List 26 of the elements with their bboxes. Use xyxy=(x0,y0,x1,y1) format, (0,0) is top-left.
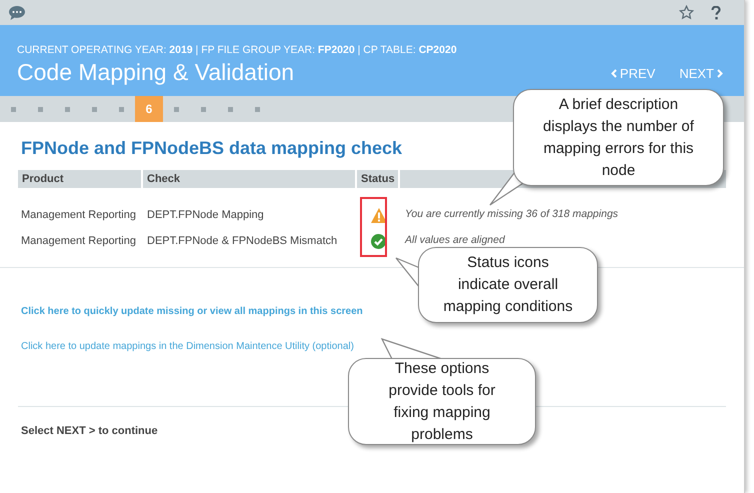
table-cell-text: Management Reporting xyxy=(20,234,137,249)
callout: Status icons indicate overall mapping conditions xyxy=(418,247,598,323)
chat-icon[interactable] xyxy=(9,6,25,20)
page-title: Code Mapping & Validation xyxy=(17,58,294,87)
column-header: Product xyxy=(18,170,143,188)
help-icon[interactable] xyxy=(711,6,721,20)
step-indicator[interactable]: 6 xyxy=(135,96,163,122)
section-heading: FPNode and FPNodeBS data mapping check xyxy=(20,137,402,160)
prev-button[interactable]: PREV xyxy=(610,64,656,83)
table-cell-text: DEPT.FPNode Mapping xyxy=(146,208,265,223)
status-message: All values are aligned xyxy=(404,233,506,248)
link[interactable]: Click here to quickly update missing or view all mappings in this screen xyxy=(21,304,363,319)
column-header: Check xyxy=(143,170,357,188)
link[interactable]: Click here to update mappings in the Dimension Maintence Utility (optional) xyxy=(21,339,354,354)
column-header: Status xyxy=(357,170,400,188)
table-cell-text: DEPT.FPNode & FPNodeBS Mismatch xyxy=(146,234,338,249)
instruction-text: Select NEXT > to continue xyxy=(21,425,158,437)
table-cell-text: Management Reporting xyxy=(20,208,137,223)
status-message: You are currently missing 36 of 318 mappings xyxy=(404,207,620,222)
next-button[interactable]: NEXT xyxy=(679,64,723,83)
context-info: CURRENT OPERATING YEAR: 2019 | FP FILE GROUP YEAR: FP2020 | CP TABLE: CP2020 xyxy=(17,43,457,57)
callout: A brief description displays the number of mapping errors for this node xyxy=(513,89,724,186)
star-icon[interactable] xyxy=(679,5,694,20)
chevron-left-icon xyxy=(610,68,617,78)
highlight-frame xyxy=(360,197,387,257)
chevron-right-icon xyxy=(717,68,723,78)
